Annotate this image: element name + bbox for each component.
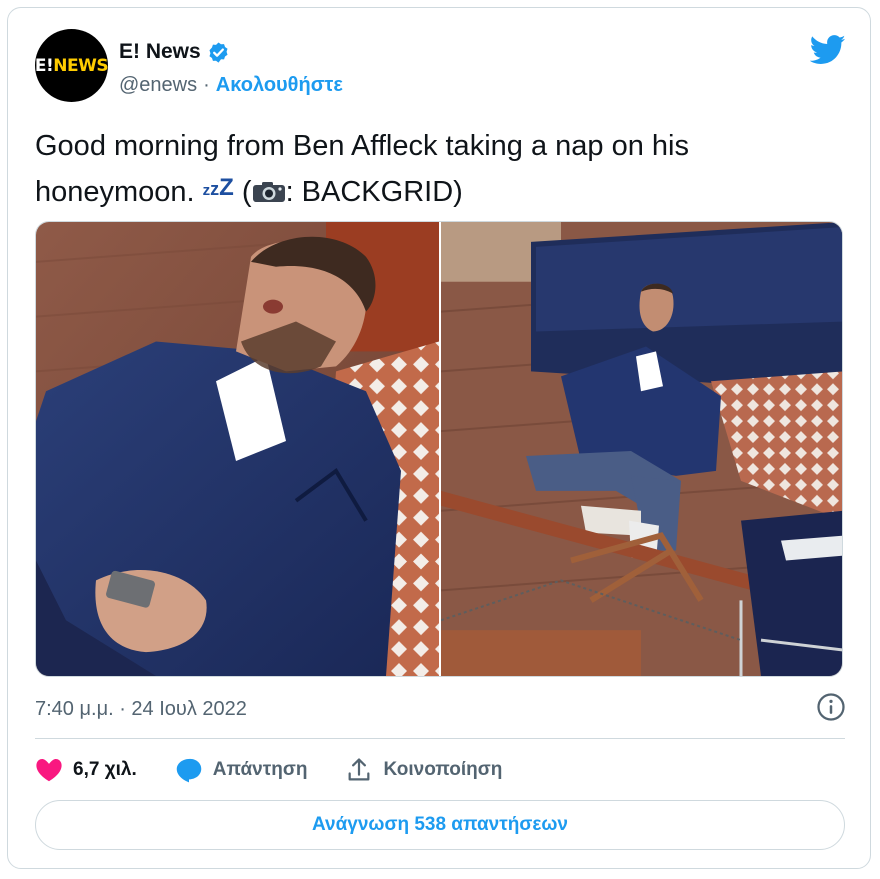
author-name[interactable]: E! News bbox=[119, 40, 201, 64]
photo-left[interactable] bbox=[36, 222, 439, 676]
tweet-text-line1: Good morning from Ben Affleck taking a n… bbox=[35, 130, 689, 162]
read-replies-button[interactable]: Ανάγνωση 538 απαντήσεων bbox=[35, 800, 845, 850]
heart-icon bbox=[36, 759, 62, 782]
handle-row: @enews · Ακολουθήστε bbox=[119, 74, 343, 97]
verified-badge-icon bbox=[209, 41, 228, 63]
photo-right[interactable] bbox=[441, 222, 843, 676]
tweet-text: Good morning from Ben Affleck taking a n… bbox=[35, 126, 845, 213]
tweet-text-line2: honeymoon. zzZ (: BACKGRID) bbox=[35, 174, 463, 208]
author-row: E! News bbox=[119, 40, 230, 64]
reply-button[interactable]: Απάντηση bbox=[175, 756, 308, 784]
divider bbox=[35, 738, 845, 739]
author-handle[interactable]: @enews bbox=[119, 74, 197, 97]
tweet-card: E!NEWS E! News @enews · Ακολουθήστε Good… bbox=[7, 7, 871, 869]
info-icon[interactable] bbox=[816, 692, 846, 722]
avatar-logo-news: NEWS bbox=[53, 55, 108, 76]
like-count: 6,7 χιλ. bbox=[73, 759, 137, 780]
twitter-bird-icon[interactable] bbox=[810, 34, 846, 66]
avatar[interactable]: E!NEWS bbox=[35, 29, 108, 102]
tweet-timestamp[interactable]: 7:40 μ.μ. · 24 Ιουλ 2022 bbox=[35, 698, 247, 721]
zzz-emoji: zzZ bbox=[202, 174, 234, 201]
share-label: Κοινοποίηση bbox=[383, 759, 503, 780]
share-icon bbox=[349, 758, 370, 781]
action-bar: 6,7 χιλ. Απάντηση Κοινοποίηση bbox=[35, 756, 540, 784]
handle-separator: · bbox=[203, 74, 210, 96]
reply-bubble-icon bbox=[176, 758, 202, 783]
follow-button[interactable]: Ακολουθήστε bbox=[216, 74, 343, 97]
media-grid bbox=[35, 221, 843, 677]
camera-icon bbox=[252, 182, 285, 202]
share-button[interactable]: Κοινοποίηση bbox=[345, 756, 502, 784]
reply-label: Απάντηση bbox=[212, 759, 308, 780]
avatar-logo-e: E! bbox=[35, 55, 54, 76]
like-button[interactable]: 6,7 χιλ. bbox=[35, 756, 137, 784]
